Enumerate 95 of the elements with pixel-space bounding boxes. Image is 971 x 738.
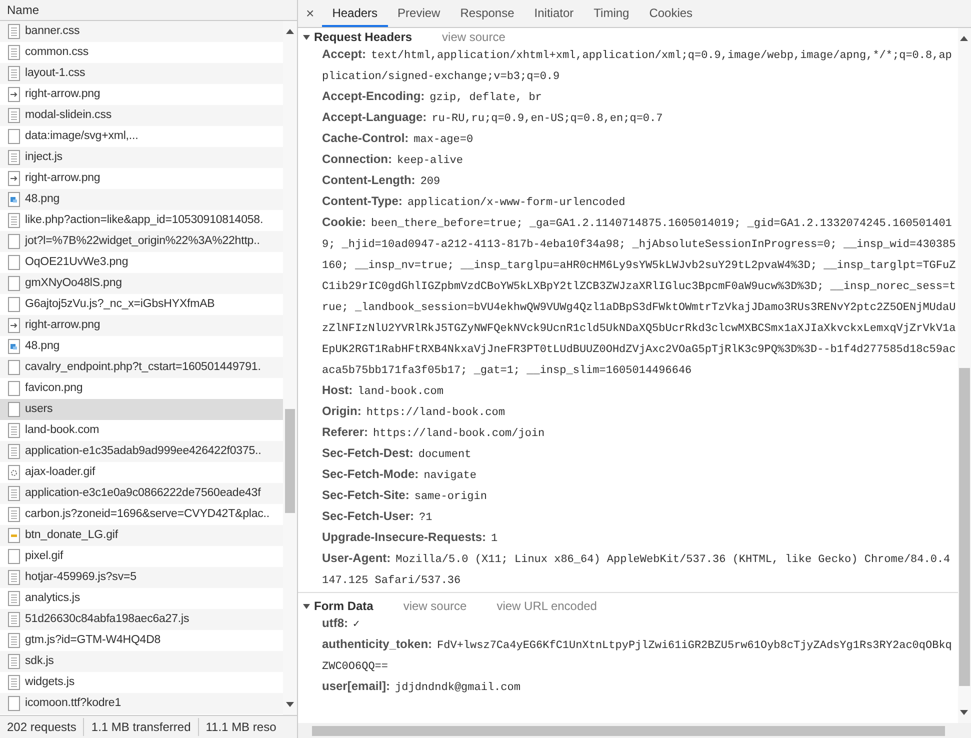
tab[interactable]: Headers xyxy=(322,0,388,27)
blank-file-icon xyxy=(8,297,20,312)
document-icon xyxy=(8,24,20,39)
request-row[interactable]: btn_donate_LG.gif xyxy=(0,525,283,546)
request-row[interactable]: gmXNyOo48lS.png xyxy=(0,273,283,294)
request-row[interactable]: application-e1c35adab9ad999ee426422f0375.. xyxy=(0,441,283,462)
document-icon xyxy=(8,444,20,459)
header-entry: Content-Length: 209 xyxy=(321,172,442,190)
tab[interactable]: Response xyxy=(450,0,524,27)
document-icon xyxy=(8,486,20,501)
document-icon xyxy=(8,654,20,669)
document-icon xyxy=(8,423,20,438)
header-entry: user[email]: jdjdndndk@gmail.com xyxy=(321,678,522,696)
blank-file-icon xyxy=(8,381,20,396)
header-entry: Cache-Control: max-age=0 xyxy=(321,130,474,148)
header-entry: utf8: ✓ xyxy=(321,615,361,633)
request-row[interactable]: sdk.js xyxy=(0,651,283,672)
request-row[interactable]: icomoon.ttf?kodre1 xyxy=(0,693,283,714)
section-toggle[interactable]: Form Data xyxy=(303,597,374,615)
status-text: 202 requests xyxy=(6,719,78,736)
spinner-file-icon xyxy=(8,465,20,480)
document-icon xyxy=(8,507,20,522)
caret-down-icon xyxy=(303,604,310,608)
header-entry: Upgrade-Insecure-Requests: 1 xyxy=(321,529,499,547)
header-entry: Content-Type: application/x-www-form-urlencoded xyxy=(321,193,626,211)
document-icon xyxy=(8,675,20,690)
request-row[interactable]: jot?l=%7B%22widget_origin%22%3A%22http.. xyxy=(0,231,283,252)
arrow-file-icon xyxy=(8,318,20,333)
header-entry: Sec-Fetch-User: ?1 xyxy=(321,508,434,526)
blank-file-icon xyxy=(8,234,20,249)
header-entry: Accept-Encoding: gzip, deflate, br xyxy=(321,88,543,106)
request-row[interactable]: hotjar-459969.js?sv=5 xyxy=(0,567,283,588)
header-entry: Accept-Language: ru-RU,ru;q=0.9,en-US;q=0.8,en;q=0.7 xyxy=(321,109,664,127)
request-row[interactable]: application-e3c1e0a9c0866222de7560eade43f xyxy=(0,483,283,504)
scrollbar-thumb[interactable] xyxy=(959,368,970,686)
tab[interactable]: Cookies xyxy=(639,0,703,27)
document-icon xyxy=(8,570,20,585)
scrollbar-thumb[interactable] xyxy=(312,726,945,736)
request-row[interactable]: users xyxy=(0,399,283,420)
header-entry: Sec-Fetch-Dest: document xyxy=(321,445,472,463)
document-icon xyxy=(8,108,20,123)
arrow-file-icon xyxy=(8,171,20,186)
document-icon xyxy=(8,66,20,81)
section-toggle[interactable]: Request Headers xyxy=(303,28,412,46)
request-row[interactable]: banner.css xyxy=(0,21,283,42)
blank-file-icon xyxy=(8,129,20,144)
scrollbar-thumb[interactable] xyxy=(285,409,295,513)
blank-file-icon xyxy=(8,360,20,375)
request-row[interactable]: modal-slidein.css xyxy=(0,105,283,126)
blank-file-icon xyxy=(8,255,20,270)
close-button[interactable]: × xyxy=(298,0,322,27)
image-file-icon xyxy=(8,192,20,207)
header-entry: Sec-Fetch-Site: same-origin xyxy=(321,487,488,505)
view-link[interactable]: view source xyxy=(442,28,506,46)
request-row[interactable]: right-arrow.png xyxy=(0,315,283,336)
scrollbar[interactable] xyxy=(958,28,971,723)
status-text: 1.1 MB transferred xyxy=(83,718,198,736)
column-header[interactable]: Name xyxy=(0,0,297,21)
document-icon xyxy=(8,213,20,228)
scroll-up-icon[interactable] xyxy=(286,29,294,34)
document-icon xyxy=(8,150,20,165)
blank-file-icon xyxy=(8,549,20,564)
request-row[interactable]: 48.png xyxy=(0,189,283,210)
request-row[interactable]: layout-1.css xyxy=(0,63,283,84)
header-entry: Connection: keep-alive xyxy=(321,151,464,169)
header-entry: Origin: https://land-book.com xyxy=(321,403,506,421)
scroll-down-icon[interactable] xyxy=(960,710,968,715)
header-entry: Referer: https://land-book.com/join xyxy=(321,424,546,442)
document-icon xyxy=(8,45,20,60)
tab[interactable]: Initiator xyxy=(524,0,584,27)
document-icon xyxy=(8,633,20,648)
document-icon xyxy=(8,591,20,606)
horizontal-scrollbar[interactable] xyxy=(298,723,971,738)
scrollbar[interactable] xyxy=(283,21,297,715)
status-text: 11.1 MB reso xyxy=(198,718,284,736)
request-row[interactable]: cavalry_endpoint.php?t_cstart=160501449791. xyxy=(0,357,283,378)
document-icon xyxy=(8,612,20,627)
caret-down-icon xyxy=(303,34,310,40)
arrow-file-icon xyxy=(8,87,20,102)
scroll-up-icon[interactable] xyxy=(960,36,968,41)
view-link[interactable]: view source xyxy=(403,597,467,615)
tab[interactable]: Preview xyxy=(388,0,450,27)
image-file-icon xyxy=(8,528,20,543)
view-link[interactable]: view URL encoded xyxy=(496,597,597,615)
blank-file-icon xyxy=(8,696,20,711)
tab[interactable]: Timing xyxy=(584,0,640,27)
request-row[interactable]: 51d26630c84abfa198aec6a27.js xyxy=(0,609,283,630)
header-entry: User-Agent: Mozilla/5.0 (X11; Linux x86_64) AppleWebKit/537.36 (KHTML, like Gecko) Chrome/84.0.4147.125 Safari/537.36 xyxy=(321,550,952,589)
header-entry: Host: land-book.com xyxy=(321,382,444,400)
blank-file-icon xyxy=(8,276,20,291)
request-row[interactable]: inject.js xyxy=(0,147,283,168)
image-file-icon xyxy=(8,339,20,354)
header-entry: Sec-Fetch-Mode: navigate xyxy=(321,466,478,484)
blank-file-icon xyxy=(8,402,20,417)
scroll-down-icon[interactable] xyxy=(286,702,294,707)
